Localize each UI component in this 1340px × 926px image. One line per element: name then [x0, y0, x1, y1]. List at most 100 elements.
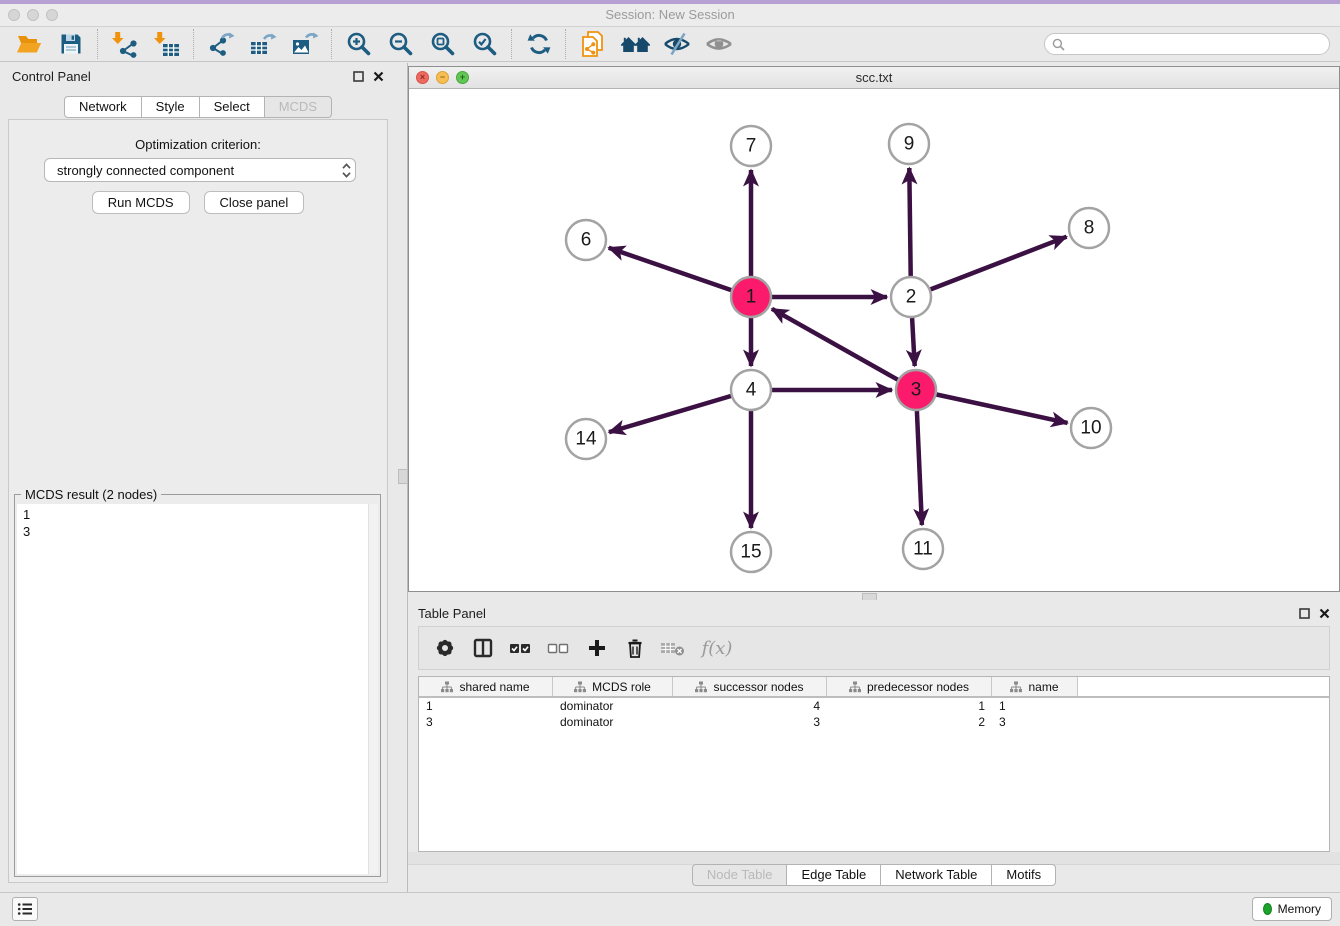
column-header-predecessor-nodes[interactable]: predecessor nodes: [827, 677, 992, 696]
close-panel-icon[interactable]: [1319, 608, 1330, 619]
hide-selected-button[interactable]: [656, 28, 698, 60]
graph-node-11[interactable]: 11: [903, 529, 943, 569]
column-header-successor-nodes[interactable]: successor nodes: [673, 677, 827, 696]
graph-node-7[interactable]: 7: [731, 126, 771, 166]
show-all-button[interactable]: [698, 28, 740, 60]
delete-column-button[interactable]: [619, 631, 651, 665]
main-toolbar: [0, 27, 1340, 62]
table-cell[interactable]: 4: [673, 699, 827, 713]
zoom-selected-button[interactable]: [464, 28, 506, 60]
float-panel-icon[interactable]: [353, 71, 364, 82]
main-titlebar: Session: New Session: [0, 4, 1340, 27]
export-network-button[interactable]: [200, 28, 242, 60]
table-cell[interactable]: 2: [827, 715, 992, 729]
graph-node-15[interactable]: 15: [731, 532, 771, 572]
close-window-button[interactable]: [8, 9, 20, 21]
graph-node-9[interactable]: 9: [889, 124, 929, 164]
function-builder-button[interactable]: f(x): [695, 631, 739, 665]
tab-edge-table[interactable]: Edge Table: [787, 864, 881, 886]
table-row[interactable]: 1dominator411: [419, 698, 1329, 714]
control-panel: Control Panel NetworkStyleSelectMCDS Opt…: [0, 63, 396, 893]
column-header-shared-name[interactable]: shared name: [419, 677, 553, 696]
select-all-columns-button[interactable]: [505, 631, 537, 665]
column-header-MCDS-role[interactable]: MCDS role: [553, 677, 673, 696]
zoom-out-button[interactable]: [380, 28, 422, 60]
graph-node-14[interactable]: 14: [566, 419, 606, 459]
tab-network-table[interactable]: Network Table: [881, 864, 992, 886]
graph-node-4[interactable]: 4: [731, 370, 771, 410]
graph-node-8[interactable]: 8: [1069, 208, 1109, 248]
run-mcds-button[interactable]: Run MCDS: [92, 191, 190, 214]
deselect-all-columns-button[interactable]: [543, 631, 575, 665]
table-cell[interactable]: dominator: [553, 715, 673, 729]
memory-button[interactable]: Memory: [1252, 897, 1332, 921]
search-box[interactable]: [1044, 33, 1330, 55]
table-cell[interactable]: dominator: [553, 699, 673, 713]
tab-mcds[interactable]: MCDS: [265, 96, 332, 118]
graph-edge-3-10[interactable]: [937, 395, 1068, 423]
add-column-button[interactable]: [581, 631, 613, 665]
open-session-button[interactable]: [8, 28, 50, 60]
export-table-button[interactable]: [242, 28, 284, 60]
eye-icon: [705, 31, 733, 57]
table-cell[interactable]: 1: [992, 699, 1078, 713]
column-header-name[interactable]: name: [992, 677, 1078, 696]
table-cell[interactable]: 1: [419, 699, 553, 713]
horizontal-splitter[interactable]: [408, 592, 1340, 600]
graph-edge-2-9[interactable]: [909, 168, 910, 276]
graph-node-2[interactable]: 2: [891, 277, 931, 317]
settings-gear-button[interactable]: [429, 631, 461, 665]
vertical-splitter[interactable]: [396, 63, 408, 893]
import-table-button[interactable]: [146, 28, 188, 60]
zoom-fit-button[interactable]: [422, 28, 464, 60]
graph-edge-3-11[interactable]: [917, 411, 922, 525]
save-session-button[interactable]: [50, 28, 92, 60]
graph-node-3[interactable]: 3: [896, 370, 936, 410]
vertical-splitter-handle[interactable]: [398, 469, 408, 484]
mcds-result-textarea[interactable]: 1 3: [17, 504, 378, 874]
graph-node-1[interactable]: 1: [731, 277, 771, 317]
import-network-button[interactable]: [104, 28, 146, 60]
zoom-in-button[interactable]: [338, 28, 380, 60]
close-panel-icon[interactable]: [373, 71, 384, 82]
graph-edge-1-6[interactable]: [609, 248, 732, 290]
criterion-select[interactable]: strongly connected component: [44, 158, 356, 182]
mcds-home-button[interactable]: [614, 28, 656, 60]
table-cell[interactable]: 3: [992, 715, 1078, 729]
graph-node-6[interactable]: 6: [566, 220, 606, 260]
search-input[interactable]: [1070, 36, 1322, 52]
close-network-window-button[interactable]: ×: [416, 71, 429, 84]
table-row[interactable]: 3dominator323: [419, 714, 1329, 730]
table-cell[interactable]: 3: [673, 715, 827, 729]
delete-table-button[interactable]: [657, 631, 689, 665]
column-layout-button[interactable]: [467, 631, 499, 665]
minimize-network-window-button[interactable]: −: [436, 71, 449, 84]
graph-edge-2-3[interactable]: [912, 318, 915, 366]
zoom-network-window-button[interactable]: +: [456, 71, 469, 84]
task-history-button[interactable]: [12, 897, 38, 921]
table-header-row: shared nameMCDS rolesuccessor nodesprede…: [419, 677, 1329, 698]
tab-style[interactable]: Style: [142, 96, 200, 118]
graph-edge-3-1[interactable]: [772, 309, 898, 380]
tab-motifs[interactable]: Motifs: [992, 864, 1056, 886]
graph-node-10[interactable]: 10: [1071, 408, 1111, 448]
export-image-button[interactable]: [284, 28, 326, 60]
zoom-window-button[interactable]: [46, 9, 58, 21]
graph-edge-2-8[interactable]: [931, 237, 1067, 290]
table-cell[interactable]: 3: [419, 715, 553, 729]
minimize-window-button[interactable]: [27, 9, 39, 21]
result-scrollbar[interactable]: [368, 504, 378, 874]
tab-network[interactable]: Network: [64, 96, 142, 118]
column-type-icon: [695, 681, 707, 693]
toolbar-separator: [331, 29, 333, 59]
close-panel-button[interactable]: Close panel: [204, 191, 305, 214]
float-panel-icon[interactable]: [1299, 608, 1310, 619]
network-canvas[interactable]: 7 9 6 8 1 2 4 3 14 10 15 11: [409, 88, 1339, 591]
graph-edge-4-14[interactable]: [609, 396, 731, 432]
tab-node-table[interactable]: Node Table: [692, 864, 788, 886]
node-label: 1: [746, 287, 757, 308]
refresh-layout-button[interactable]: [518, 28, 560, 60]
tab-select[interactable]: Select: [200, 96, 265, 118]
table-cell[interactable]: 1: [827, 699, 992, 713]
clone-network-view-button[interactable]: [572, 28, 614, 60]
